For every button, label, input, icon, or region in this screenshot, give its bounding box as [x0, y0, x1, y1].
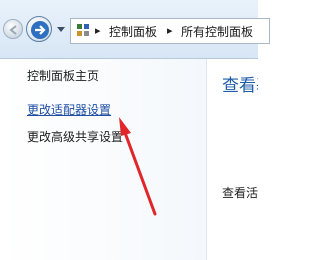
red-arrow-annotation: [119, 117, 157, 216]
